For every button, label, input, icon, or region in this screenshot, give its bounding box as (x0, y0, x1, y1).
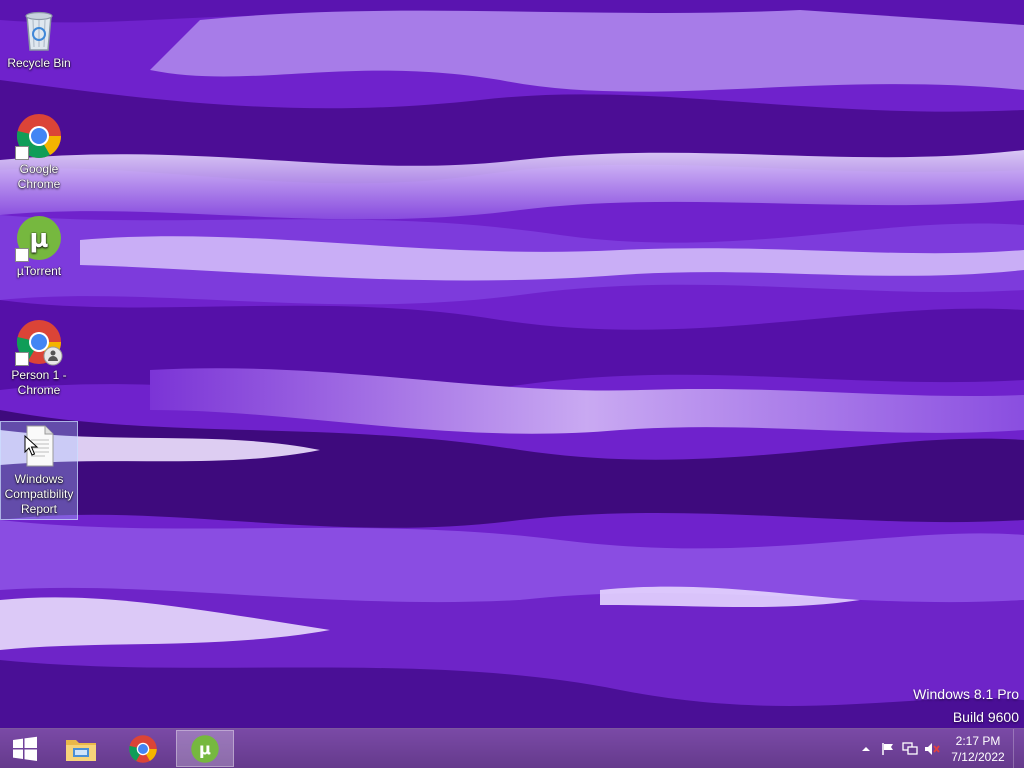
desktop-icon-recycle-bin[interactable]: Recycle Bin (1, 6, 77, 71)
watermark-build: Build 9600 (952, 709, 1019, 725)
taskbar-utorrent[interactable]: µ (176, 730, 234, 767)
start-button[interactable] (0, 730, 50, 767)
desktop-icon-utorrent[interactable]: µ µTorrent (1, 214, 77, 279)
watermark-edition: Windows 8.1 Pro (913, 686, 1019, 702)
chrome-person-icon (15, 318, 63, 366)
document-icon (15, 422, 63, 470)
chevron-up-icon[interactable] (855, 738, 877, 760)
network-icon[interactable] (899, 738, 921, 760)
desktop-icon-person-1-chrome[interactable]: Person 1 - Chrome (1, 318, 77, 398)
clock[interactable]: 2:17 PM 7/12/2022 (943, 733, 1013, 765)
clock-date: 7/12/2022 (951, 750, 1005, 764)
taskbar-file-explorer[interactable] (52, 730, 110, 767)
utorrent-icon: µ (191, 734, 219, 763)
desktop-icon-label: Recycle Bin (7, 56, 71, 70)
utorrent-icon: µ (15, 214, 63, 262)
shortcut-arrow-icon (15, 248, 29, 262)
volume-muted-icon[interactable] (921, 738, 943, 760)
desktop-icon-label: Google Chrome (17, 162, 61, 191)
show-desktop-button[interactable] (1013, 729, 1024, 769)
desktop-icon-google-chrome[interactable]: Google Chrome (1, 112, 77, 192)
desktop-icon-label: Windows Compatibility Report (4, 472, 74, 516)
windows-version-watermark: Windows 8.1 Pro Build 9600 (913, 683, 1019, 728)
svg-text:µ: µ (199, 739, 211, 758)
taskbar-google-chrome[interactable] (114, 730, 172, 767)
shortcut-arrow-icon (15, 146, 29, 160)
system-tray: 2:17 PM 7/12/2022 (855, 729, 1024, 769)
recycle-bin-icon (15, 6, 63, 54)
windows-logo-icon (13, 736, 37, 761)
shortcut-arrow-icon (15, 352, 29, 366)
desktop-icon-label: µTorrent (16, 264, 62, 278)
clock-time: 2:17 PM (955, 734, 1001, 748)
taskbar: µ 2:17 PM 7/12/2022 (0, 728, 1024, 769)
desktop[interactable]: Recycle Bin Google Chrome µ µTorrent Per… (0, 0, 1024, 728)
folder-icon (66, 739, 96, 761)
desktop-icon-label: Person 1 - Chrome (11, 368, 67, 397)
desktop-icon-windows-compatibility-report[interactable]: Windows Compatibility Report (0, 421, 78, 520)
chrome-icon (129, 734, 157, 763)
chrome-icon (15, 112, 63, 160)
flag-icon[interactable] (877, 738, 899, 760)
wallpaper (0, 0, 1024, 728)
svg-text:µ: µ (29, 224, 48, 254)
